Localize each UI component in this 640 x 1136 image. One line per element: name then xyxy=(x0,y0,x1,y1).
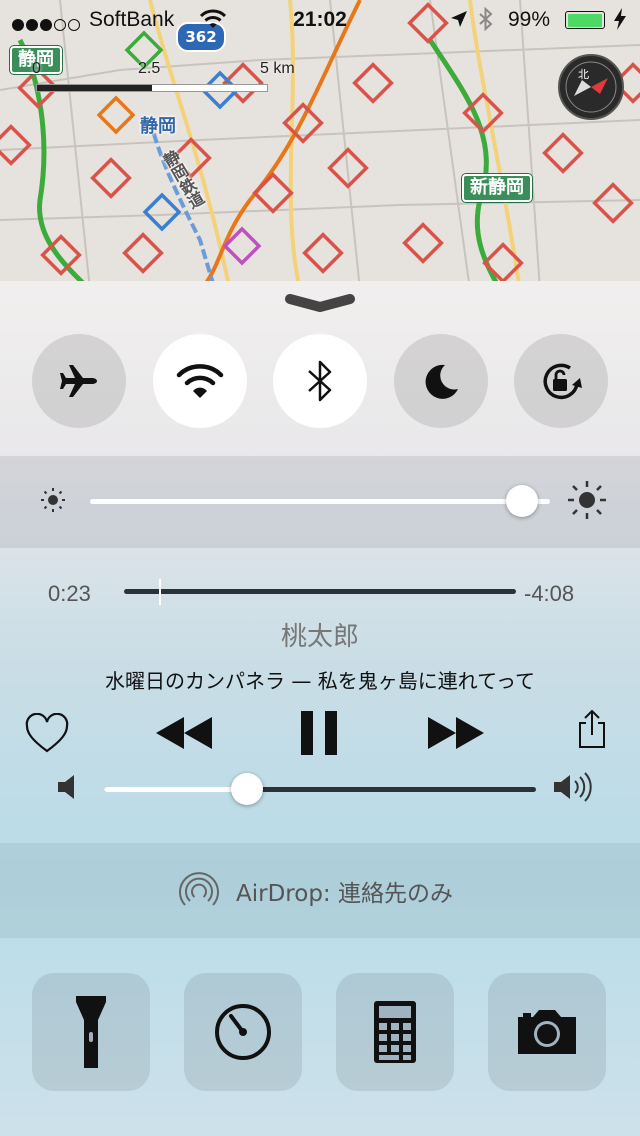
dismiss-chevron-icon[interactable] xyxy=(284,293,356,315)
camera-button[interactable] xyxy=(488,973,606,1091)
playback-scrubber[interactable] xyxy=(124,577,516,607)
airdrop-label: AirDrop: 連絡先のみ xyxy=(236,881,453,907)
brightness-high-icon xyxy=(568,481,606,519)
camera-icon xyxy=(518,1010,576,1054)
bluetooth-status-icon xyxy=(478,6,494,37)
airplane-mode-toggle[interactable] xyxy=(32,334,126,428)
playback-scrubber-head[interactable] xyxy=(159,579,162,605)
scale-zero: 0 xyxy=(32,60,41,77)
volume-high-icon xyxy=(554,772,592,802)
wifi-icon xyxy=(176,364,224,398)
flashlight-icon xyxy=(76,996,106,1068)
battery-icon xyxy=(565,11,605,29)
location-arrow-icon xyxy=(450,10,468,34)
scale-mid: 2.5 xyxy=(138,60,161,77)
flashlight-button[interactable] xyxy=(32,973,150,1091)
rewind-button[interactable] xyxy=(154,713,214,753)
battery-percent: 99% xyxy=(508,8,551,31)
calculator-icon xyxy=(374,1001,416,1063)
brightness-low-icon xyxy=(41,488,65,512)
bluetooth-toggle[interactable] xyxy=(273,334,367,428)
fast-forward-button[interactable] xyxy=(426,713,486,753)
share-icon[interactable] xyxy=(576,709,608,749)
map-view[interactable]: 静岡 静岡 静岡鉄道 新静岡 362 0 2.5 5 km 北 SoftBank xyxy=(0,0,640,290)
map-area-label: 静岡 xyxy=(140,116,176,137)
timer-button[interactable] xyxy=(184,973,302,1091)
track-title: 桃太郎 xyxy=(280,622,359,652)
bluetooth-icon xyxy=(308,360,332,402)
wifi-toggle[interactable] xyxy=(153,334,247,428)
scale-end: 5 km xyxy=(260,60,295,77)
charging-bolt-icon xyxy=(614,8,626,36)
love-heart-icon[interactable] xyxy=(24,713,70,755)
svg-text:北: 北 xyxy=(578,68,589,81)
map-station-sign-shin-shizuoka[interactable]: 新静岡 xyxy=(462,174,532,202)
do-not-disturb-toggle[interactable] xyxy=(394,334,488,428)
elapsed-time: 0:23 xyxy=(48,581,91,606)
scale-bar xyxy=(36,84,268,92)
rotation-lock-toggle[interactable] xyxy=(514,334,608,428)
calculator-button[interactable] xyxy=(336,973,454,1091)
rotation-lock-icon xyxy=(543,363,582,400)
compass-icon[interactable]: 北 xyxy=(558,54,624,120)
moon-icon xyxy=(425,364,458,399)
status-bar: SoftBank 21:02 99% xyxy=(0,0,640,40)
control-center: 0:23 -4:08 桃太郎 水曜日のカンパネラ — 私を鬼ヶ島に連れてって A… xyxy=(0,281,640,1136)
brightness-slider-knob[interactable] xyxy=(506,485,539,517)
airplane-icon xyxy=(60,365,97,397)
brightness-slider[interactable] xyxy=(90,483,550,519)
track-artist-album: 水曜日のカンパネラ — 私を鬼ヶ島に連れてって xyxy=(105,669,535,693)
remaining-time: -4:08 xyxy=(524,581,575,606)
timer-icon xyxy=(215,1004,271,1060)
map-roads xyxy=(0,0,640,290)
volume-slider-knob[interactable] xyxy=(230,773,263,805)
airdrop-icon xyxy=(179,872,219,906)
volume-slider[interactable] xyxy=(104,771,536,807)
volume-low-icon xyxy=(58,775,74,799)
pause-button[interactable] xyxy=(298,709,342,757)
map-scale: 0 2.5 5 km xyxy=(30,60,320,100)
